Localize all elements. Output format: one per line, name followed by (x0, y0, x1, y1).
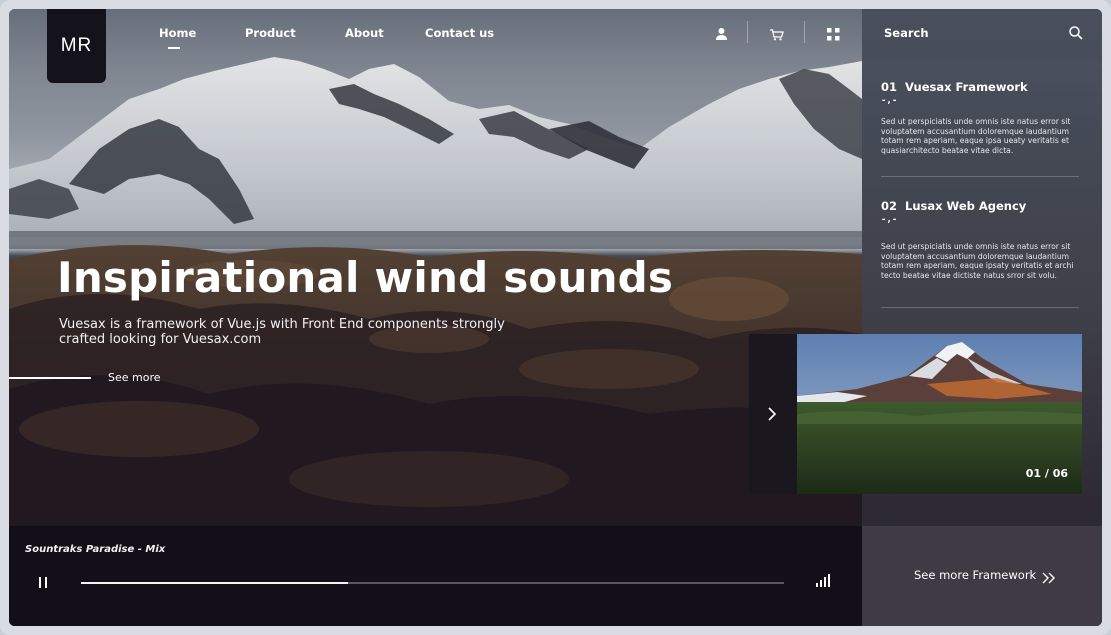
card-number: 02 (881, 199, 898, 213)
card-subtitle: -,- (881, 96, 898, 106)
card-subtitle: -,- (881, 215, 898, 225)
chevron-right-icon (766, 406, 778, 421)
slider-next-button[interactable] (749, 334, 797, 494)
nav-active-indicator (168, 47, 180, 49)
progress-fill (81, 582, 349, 584)
card-separator (881, 307, 1079, 308)
slide-counter: 01 / 06 (1025, 467, 1068, 480)
slide-image[interactable]: 01 / 06 (797, 334, 1082, 494)
search-icon[interactable] (1068, 25, 1084, 41)
card-body: Sed ut perspiciatis unde omnis iste natu… (881, 242, 1074, 280)
see-more-framework-link[interactable]: See more Framework (914, 568, 1036, 582)
see-more-line (9, 377, 91, 379)
brand-logo[interactable]: MR (47, 9, 106, 83)
nav-divider (747, 21, 748, 43)
see-framework-panel: See more Framework (862, 526, 1102, 626)
card-body: Sed ut perspiciatis unde omnis iste natu… (881, 117, 1071, 155)
see-more-link[interactable]: See more (108, 371, 161, 384)
nav-item-home[interactable]: Home (159, 26, 197, 49)
card-title-text: Lusax Web Agency (905, 199, 1027, 213)
card-title-text: Vuesax Framework (905, 80, 1028, 94)
track-title: Sountraks Paradise - Mix (25, 544, 166, 555)
nav-divider (804, 21, 805, 43)
app-screen: MR Home Product About Contact us Inspira… (9, 9, 1102, 626)
double-chevron-right-icon[interactable] (1042, 569, 1056, 584)
image-slider: 01 / 06 (749, 334, 1082, 494)
card-number: 01 (881, 80, 898, 94)
nav-item-contact[interactable]: Contact us (425, 26, 494, 40)
grid-icon[interactable] (823, 25, 843, 43)
audio-player: Sountraks Paradise - Mix (9, 526, 862, 626)
volume-bars-icon[interactable] (815, 572, 831, 587)
card-separator (881, 176, 1079, 177)
pause-icon[interactable] (37, 576, 51, 590)
hero-title: Inspirational wind sounds (57, 253, 674, 302)
search-label: Search (884, 26, 929, 40)
nav-item-label: Home (159, 26, 197, 40)
cart-icon[interactable] (766, 25, 786, 43)
hero-subtitle: Vuesax is a framework of Vue.js with Fro… (59, 317, 505, 347)
card-title[interactable]: 01 Vuesax Framework (881, 80, 1028, 94)
user-icon[interactable] (711, 25, 731, 43)
sidebar: Search 01 Vuesax Framework -,- Sed ut per… (862, 9, 1102, 626)
nav-item-about[interactable]: About (345, 26, 384, 40)
window-frame: MR Home Product About Contact us Inspira… (0, 0, 1111, 635)
search-bar[interactable]: Search (862, 9, 1102, 61)
nav-item-product[interactable]: Product (245, 26, 296, 40)
progress-bar[interactable] (81, 582, 784, 584)
card-title[interactable]: 02 Lusax Web Agency (881, 199, 1026, 213)
hero-section: MR Home Product About Contact us Inspira… (9, 9, 862, 626)
